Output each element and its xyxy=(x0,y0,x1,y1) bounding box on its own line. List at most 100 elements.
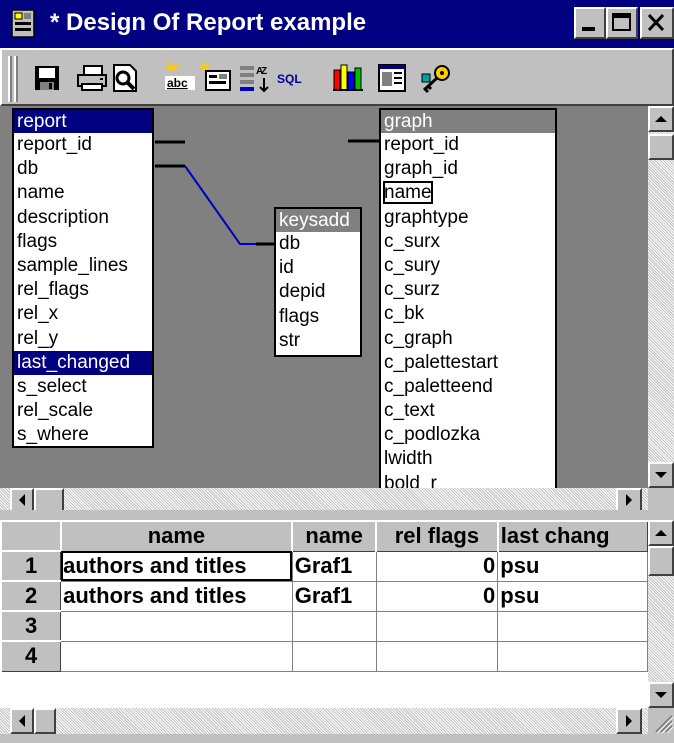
grid-cell[interactable] xyxy=(497,611,648,642)
close-button[interactable] xyxy=(640,7,674,39)
table-row[interactable]: 4 xyxy=(0,640,648,672)
graph-field-c-graph[interactable]: c_graph xyxy=(381,327,555,351)
graph-field-c-paletteend[interactable]: c_paletteend xyxy=(381,375,555,399)
grid-vertical-scrollbar[interactable] xyxy=(648,520,674,708)
report-field-sample-lines[interactable]: sample_lines xyxy=(14,254,152,278)
keysadd-field-str[interactable]: str xyxy=(276,329,360,353)
graph-field-report-id[interactable]: report_id xyxy=(381,133,555,157)
title-bar[interactable]: * Design Of Report example xyxy=(0,0,674,48)
report-field-rel-scale[interactable]: rel_scale xyxy=(14,399,152,423)
graph-field-bold-r[interactable]: bold_r xyxy=(381,472,555,488)
row-number[interactable]: 2 xyxy=(0,580,62,612)
form-button[interactable] xyxy=(374,60,410,96)
graph-field-name[interactable]: name xyxy=(381,181,555,205)
table-row[interactable]: 3 xyxy=(0,610,648,642)
relation-line-report-graph-mid[interactable] xyxy=(184,140,349,146)
grid-cell[interactable]: authors and titles xyxy=(60,581,293,612)
graph-field-graph-id[interactable]: graph_id xyxy=(381,157,555,181)
key-button[interactable] xyxy=(418,60,454,96)
grid-column-header[interactable]: last chang xyxy=(496,520,648,552)
chart-button[interactable] xyxy=(330,60,366,96)
diagram-vscroll-track[interactable] xyxy=(648,106,674,488)
graph-field-c-bk[interactable]: c_bk xyxy=(381,302,555,326)
diagram-scroll-down-button[interactable] xyxy=(648,462,674,488)
table-row[interactable]: 1 authors and titles Graf1 0 psu xyxy=(0,550,648,582)
row-number[interactable]: 1 xyxy=(0,550,62,582)
report-field-rel-flags[interactable]: rel_flags xyxy=(14,278,152,302)
table-keysadd-title[interactable]: keysadd xyxy=(276,209,360,232)
report-field-s-select[interactable]: s_select xyxy=(14,375,152,399)
diagram-hscroll-thumb[interactable] xyxy=(34,488,64,512)
diagram-vertical-scrollbar[interactable] xyxy=(648,106,674,488)
save-button[interactable] xyxy=(28,60,64,96)
grid-cell[interactable]: 0 xyxy=(376,581,499,612)
grid-vscroll-thumb[interactable] xyxy=(648,546,674,576)
size-grip[interactable] xyxy=(648,708,674,734)
graph-field-c-podlozka[interactable]: c_podlozka xyxy=(381,423,555,447)
grid-scroll-down-button[interactable] xyxy=(648,682,674,708)
keysadd-field-depid[interactable]: depid xyxy=(276,280,360,304)
grid-cell[interactable]: Graf1 xyxy=(292,551,377,582)
grid-cell[interactable] xyxy=(376,611,499,642)
report-field-rel-y[interactable]: rel_y xyxy=(14,327,152,351)
new-field-button[interactable] xyxy=(198,60,234,96)
grid-cell[interactable] xyxy=(376,641,499,672)
keysadd-field-db[interactable]: db xyxy=(276,232,360,256)
grid-cell[interactable]: authors and titles xyxy=(60,551,293,582)
toolbar-grip[interactable] xyxy=(8,56,12,102)
graph-field-c-sury[interactable]: c_sury xyxy=(381,254,555,278)
grid-cell[interactable]: psu xyxy=(497,551,648,582)
grid-cell[interactable] xyxy=(60,641,293,672)
table-report-title[interactable]: report xyxy=(14,110,152,133)
diagram-scroll-left-button[interactable] xyxy=(10,488,34,512)
report-field-flags[interactable]: flags xyxy=(14,230,152,254)
report-field-name[interactable]: name xyxy=(14,181,152,205)
grid-cell[interactable]: Graf1 xyxy=(292,581,377,612)
grid-horizontal-scrollbar[interactable] xyxy=(0,708,648,734)
grid-cell[interactable] xyxy=(60,611,293,642)
sql-button[interactable]: SQL xyxy=(274,60,310,96)
report-field-report-id[interactable]: report_id xyxy=(14,133,152,157)
toolbar-grip-2[interactable] xyxy=(14,56,18,102)
diagram-scroll-up-button[interactable] xyxy=(648,106,674,132)
sort-button[interactable]: A Z xyxy=(236,60,272,96)
report-field-description[interactable]: description xyxy=(14,206,152,230)
grid-cell[interactable] xyxy=(292,641,377,672)
report-app-icon[interactable] xyxy=(10,9,38,39)
row-number[interactable]: 3 xyxy=(0,610,62,642)
grid-hscroll-track[interactable] xyxy=(0,708,648,734)
keysadd-field-flags[interactable]: flags xyxy=(276,305,360,329)
report-field-s-where[interactable]: s_where xyxy=(14,423,152,446)
diagram-horizontal-scrollbar[interactable] xyxy=(0,488,648,512)
diagram-scroll-right-button[interactable] xyxy=(616,488,642,512)
diagram-vscroll-thumb[interactable] xyxy=(648,134,674,160)
graph-field-c-palettestart[interactable]: c_palettestart xyxy=(381,351,555,375)
print-button[interactable] xyxy=(74,60,110,96)
table-report[interactable]: report report_id db name description fla… xyxy=(12,108,154,448)
grid-cell[interactable] xyxy=(292,611,377,642)
graph-field-c-surz[interactable]: c_surz xyxy=(381,278,555,302)
print-preview-button[interactable] xyxy=(108,60,144,96)
grid-column-header[interactable]: name xyxy=(291,520,377,552)
splitter[interactable] xyxy=(0,510,674,520)
diagram-canvas[interactable]: report report_id db name description fla… xyxy=(0,106,648,488)
grid-cell[interactable] xyxy=(497,641,648,672)
diagram-hscroll-track[interactable] xyxy=(0,488,648,512)
grid-hscroll-thumb[interactable] xyxy=(34,708,56,734)
grid-cell[interactable]: 0 xyxy=(376,551,499,582)
graph-field-lwidth[interactable]: lwidth xyxy=(381,447,555,471)
table-graph[interactable]: graph report_id graph_id name graphtype … xyxy=(379,108,557,488)
report-field-rel-x[interactable]: rel_x xyxy=(14,302,152,326)
minimize-button[interactable] xyxy=(574,7,606,39)
graph-field-c-text[interactable]: c_text xyxy=(381,399,555,423)
grid-scroll-up-button[interactable] xyxy=(648,520,674,546)
report-field-last-changed[interactable]: last_changed xyxy=(14,350,152,375)
grid-column-header[interactable]: name xyxy=(59,520,293,552)
grid-cell[interactable]: psu xyxy=(497,581,648,612)
relation-line-report-keysadd-mid[interactable] xyxy=(184,165,256,245)
grid-column-header[interactable]: rel flags xyxy=(375,520,499,552)
table-graph-title[interactable]: graph xyxy=(381,110,555,133)
table-keysadd[interactable]: keysadd db id depid flags str xyxy=(274,207,362,357)
graph-field-c-surx[interactable]: c_surx xyxy=(381,230,555,254)
grid-scroll-left-button[interactable] xyxy=(10,708,34,734)
